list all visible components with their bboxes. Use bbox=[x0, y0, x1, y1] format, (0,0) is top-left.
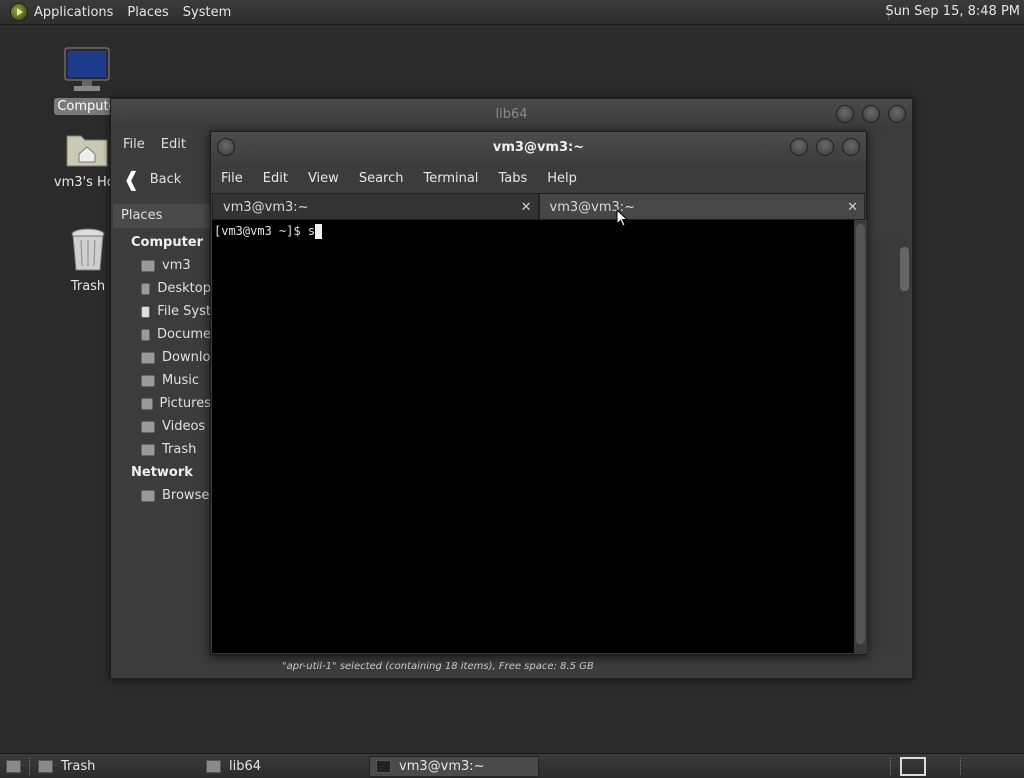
menu-view[interactable]: View bbox=[308, 171, 339, 186]
menu-search[interactable]: Search bbox=[359, 171, 404, 186]
folder-icon bbox=[206, 760, 221, 773]
sidebar-item-browse-network[interactable]: Browse bbox=[111, 484, 211, 507]
bottom-panel: Trash lib64 vm3@vm3:~ bbox=[0, 753, 1024, 778]
documents-folder-icon bbox=[141, 328, 150, 341]
sidebar-section-computer: Computer bbox=[131, 235, 204, 250]
terminal-tab-1[interactable]: vm3@vm3:~ ✕ bbox=[212, 193, 539, 220]
file-manager-titlebar[interactable]: lib64 bbox=[111, 99, 912, 131]
menu-help[interactable]: Help bbox=[547, 171, 577, 186]
sidebar-item-filesystem[interactable]: File Syst bbox=[111, 300, 211, 323]
scrollbar-thumb[interactable] bbox=[856, 224, 865, 644]
distro-logo-icon[interactable] bbox=[10, 3, 28, 21]
panel-separator bbox=[890, 758, 891, 775]
network-icon bbox=[141, 489, 155, 502]
sidebar-item-music[interactable]: Music bbox=[111, 369, 211, 392]
terminal-window: vm3@vm3:~ File Edit View Search Terminal… bbox=[210, 131, 867, 655]
sidebar-item-downloads[interactable]: Downlo bbox=[111, 346, 211, 369]
window-menu-button[interactable] bbox=[217, 138, 235, 156]
menu-applications[interactable]: Applications bbox=[34, 5, 113, 20]
scrollbar-thumb[interactable] bbox=[900, 247, 909, 291]
terminal-output[interactable]: [vm3@vm3 ~]$ s bbox=[212, 220, 854, 653]
window-title: lib64 bbox=[495, 107, 528, 122]
menu-system[interactable]: System bbox=[183, 5, 231, 20]
menu-places[interactable]: Places bbox=[127, 5, 168, 20]
music-folder-icon bbox=[141, 374, 155, 387]
back-arrow-icon[interactable]: ❰ bbox=[123, 167, 140, 191]
show-desktop-icon bbox=[6, 760, 21, 773]
close-button[interactable] bbox=[842, 138, 860, 156]
downloads-folder-icon bbox=[141, 351, 155, 364]
menu-edit[interactable]: Edit bbox=[161, 137, 186, 152]
desktop-icon-label: Trash bbox=[70, 279, 106, 294]
places-selector[interactable]: Places bbox=[113, 204, 213, 228]
terminal-icon bbox=[376, 760, 391, 773]
top-panel: Applications Places System Sun Sep 15, 8… bbox=[0, 0, 1024, 25]
terminal-menubar: File Edit View Search Terminal Tabs Help bbox=[211, 164, 866, 192]
home-folder-icon bbox=[66, 135, 108, 167]
tab-bar: vm3@vm3:~ ✕ vm3@vm3:~ ✕ bbox=[211, 192, 866, 220]
terminal-titlebar[interactable]: vm3@vm3:~ bbox=[211, 132, 866, 164]
sidebar-item-pictures[interactable]: Pictures bbox=[111, 392, 211, 415]
sidebar-item-vm3[interactable]: vm3 bbox=[111, 254, 211, 277]
close-tab-icon[interactable]: ✕ bbox=[521, 194, 532, 221]
taskbar-item-lib64[interactable]: lib64 bbox=[200, 756, 368, 777]
desktop-folder-icon bbox=[141, 282, 151, 295]
mouse-pointer-icon bbox=[616, 209, 628, 227]
minimize-button[interactable] bbox=[790, 138, 808, 156]
desktop-icon-trash[interactable]: Trash bbox=[58, 226, 118, 295]
sidebar-item-trash[interactable]: Trash bbox=[111, 438, 211, 461]
sidebar-item-videos[interactable]: Videos bbox=[111, 415, 211, 438]
terminal-scrollbar[interactable] bbox=[854, 220, 867, 653]
trash-icon bbox=[71, 228, 105, 271]
menu-file[interactable]: File bbox=[123, 137, 145, 152]
maximize-button[interactable] bbox=[862, 105, 880, 123]
maximize-button[interactable] bbox=[816, 138, 834, 156]
menu-tabs[interactable]: Tabs bbox=[498, 171, 527, 186]
computer-icon bbox=[64, 47, 110, 91]
status-bar: "apr-util-1" selected (containing 18 ite… bbox=[282, 661, 594, 672]
menu-terminal[interactable]: Terminal bbox=[423, 171, 478, 186]
taskbar-item-trash[interactable]: Trash bbox=[32, 756, 200, 777]
menu-edit[interactable]: Edit bbox=[263, 171, 288, 186]
close-button[interactable] bbox=[888, 105, 906, 123]
text-cursor bbox=[315, 224, 323, 239]
close-tab-icon[interactable]: ✕ bbox=[847, 194, 858, 221]
sidebar-item-documents[interactable]: Docume bbox=[111, 323, 211, 346]
shell-prompt: [vm3@vm3 ~]$ s bbox=[214, 224, 316, 238]
trash-icon bbox=[141, 443, 155, 456]
sidebar-section-network: Network bbox=[131, 465, 193, 480]
sidebar-item-desktop[interactable]: Desktop bbox=[111, 277, 211, 300]
taskbar-item-terminal[interactable]: vm3@vm3:~ bbox=[369, 756, 539, 777]
videos-folder-icon bbox=[141, 420, 155, 433]
trash-icon bbox=[38, 760, 53, 773]
places-sidebar: Computer vm3 Desktop File Syst Docume Do… bbox=[111, 231, 211, 507]
drive-icon bbox=[141, 305, 151, 318]
terminal-tab-2[interactable]: vm3@vm3:~ ✕ bbox=[538, 193, 865, 221]
workspace-switcher[interactable] bbox=[900, 757, 926, 776]
home-folder-icon bbox=[141, 259, 155, 272]
back-button[interactable]: Back bbox=[150, 172, 182, 187]
clock[interactable]: Sun Sep 15, 8:48 PM bbox=[885, 4, 1020, 19]
pictures-folder-icon bbox=[141, 397, 153, 410]
show-desktop-button[interactable] bbox=[0, 756, 26, 777]
panel-separator bbox=[960, 758, 961, 775]
menu-file[interactable]: File bbox=[221, 171, 243, 186]
window-title: vm3@vm3:~ bbox=[492, 140, 585, 155]
panel-separator bbox=[29, 758, 30, 775]
file-view-scrollbar[interactable] bbox=[898, 235, 910, 653]
minimize-button[interactable] bbox=[836, 105, 854, 123]
